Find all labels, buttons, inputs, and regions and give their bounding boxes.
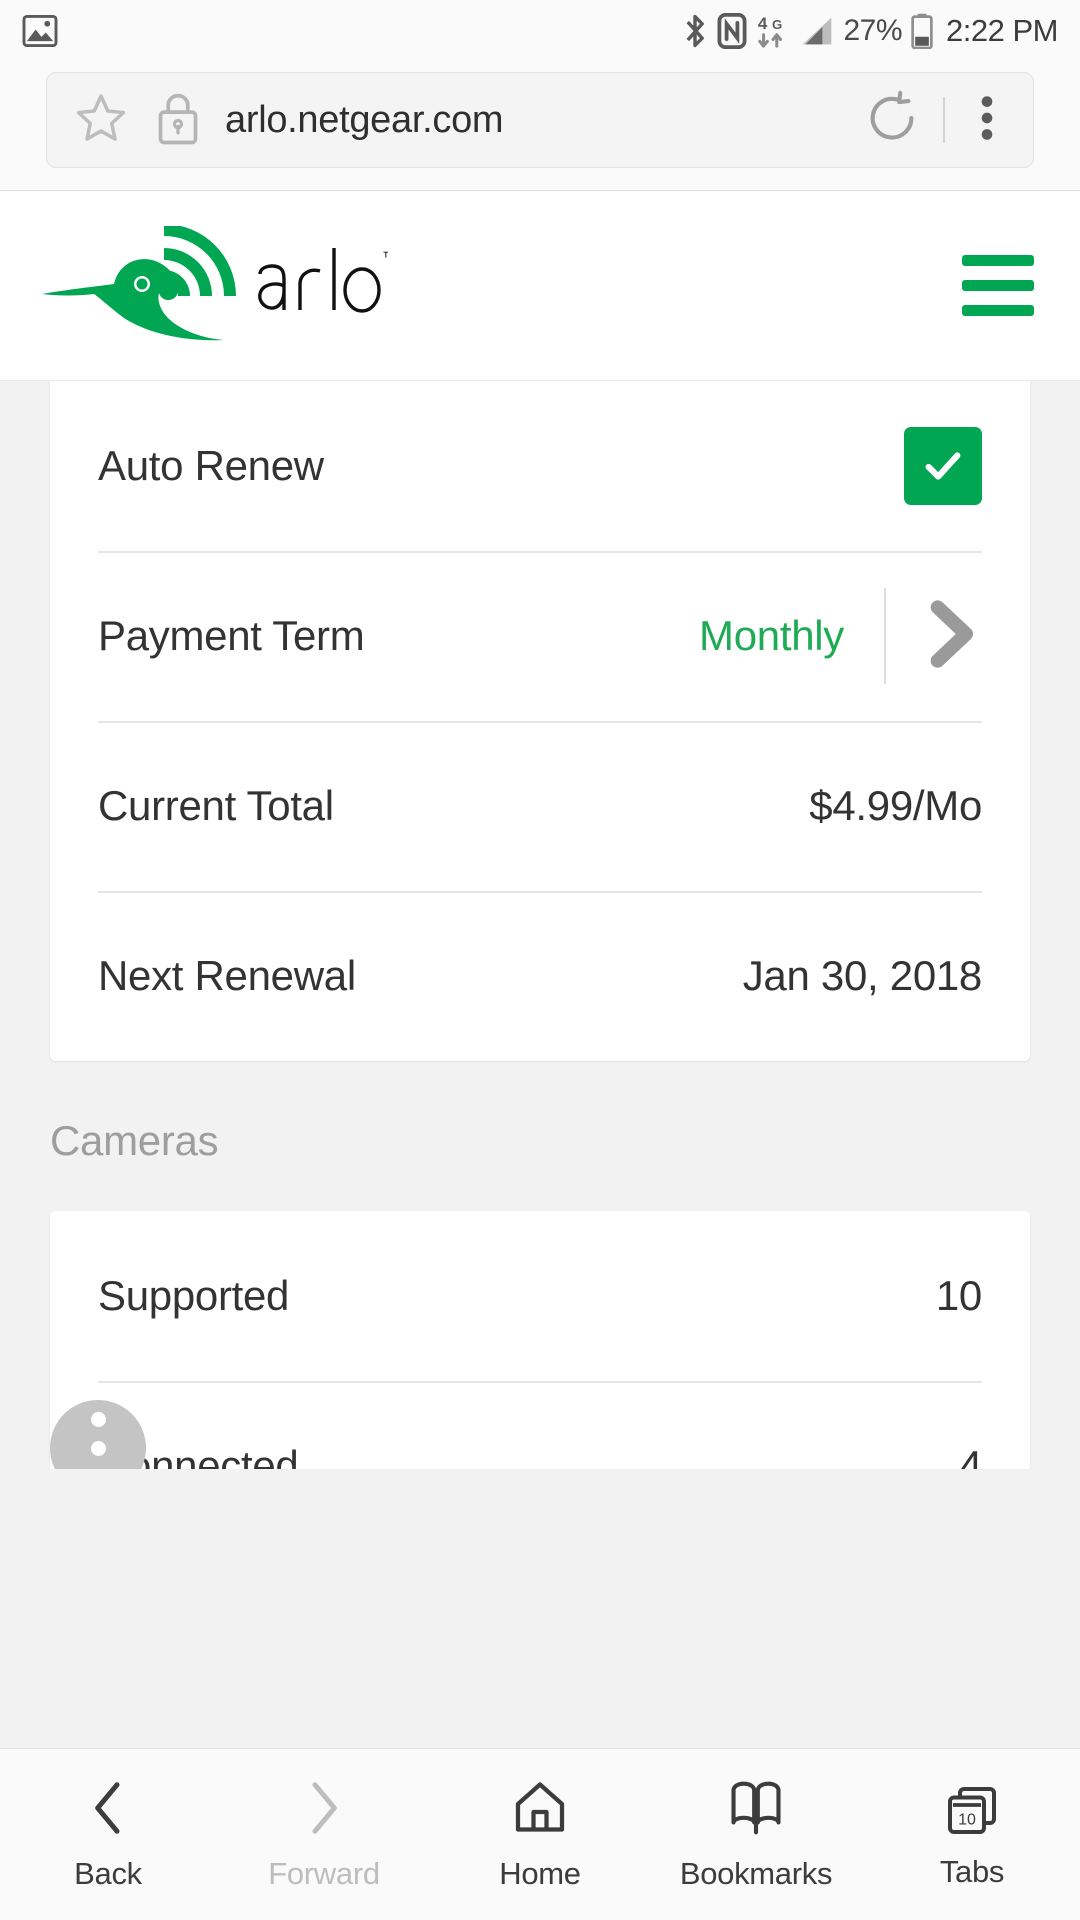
nfc-icon [717, 13, 747, 49]
nav-bookmarks-button[interactable]: Bookmarks [648, 1777, 864, 1892]
browser-toolbar: arlo.netgear.com [0, 62, 1080, 191]
toolbar-divider [943, 97, 945, 143]
nav-label: Tabs [939, 1853, 1005, 1889]
chevron-right-icon[interactable] [920, 594, 982, 679]
row-label: Supported [98, 1272, 290, 1319]
battery-icon [911, 13, 933, 49]
arlo-logo[interactable]: ™ [38, 225, 388, 346]
tabs-count-text: 10 [958, 1811, 976, 1828]
nav-forward-button[interactable]: Forward [216, 1777, 432, 1892]
fab-dot [90, 1440, 106, 1456]
auto-renew-checkbox[interactable] [904, 427, 982, 505]
nav-label: Forward [268, 1856, 380, 1891]
url-bar-actions [863, 89, 1007, 152]
row-next-renewal: Next Renewal Jan 30, 2018 [50, 891, 1030, 1061]
cellular-signal-icon [799, 14, 835, 48]
cameras-card: Supported 10 Connected 4 [50, 1211, 1030, 1469]
hamburger-bar [962, 255, 1034, 266]
row-current-total: Current Total $4.99/Mo [50, 721, 1030, 891]
fab-dot [90, 1411, 106, 1427]
lock-icon[interactable] [153, 90, 203, 151]
row-label: Payment Term [98, 612, 365, 659]
row-payment-term[interactable]: Payment Term Monthly [50, 551, 1030, 721]
connected-value: 4 [958, 1442, 982, 1469]
star-icon[interactable] [73, 90, 129, 151]
tabs-icon: 10 [942, 1780, 1002, 1842]
reload-icon[interactable] [863, 89, 921, 152]
home-icon [510, 1777, 570, 1844]
battery-percent: 27% [843, 14, 903, 47]
status-bar-left [22, 15, 58, 47]
nav-tabs-button[interactable]: 10 Tabs [864, 1780, 1080, 1890]
nav-back-button[interactable]: Back [0, 1777, 216, 1892]
nav-label: Bookmarks [679, 1856, 833, 1891]
nav-home-button[interactable]: Home [432, 1777, 648, 1892]
page-content: Auto Renew Payment Term Monthly Current … [0, 381, 1080, 1469]
site-header: ™ [0, 191, 1080, 381]
row-connected: Connected 4 [50, 1381, 1030, 1469]
status-bar: 4 G 27% 2:22 PM [0, 0, 1080, 62]
svg-text:™: ™ [382, 249, 388, 266]
row-auto-renew[interactable]: Auto Renew [50, 381, 1030, 551]
row-label: Current Total [98, 782, 334, 829]
chevron-right-icon [296, 1777, 352, 1844]
status-bar-right: 4 G 27% 2:22 PM [682, 12, 1058, 50]
row-label: Next Renewal [98, 952, 356, 999]
url-text[interactable]: arlo.netgear.com [225, 99, 504, 142]
photo-icon [22, 15, 58, 47]
hamburger-bar [962, 305, 1034, 316]
status-bar-clock: 2:22 PM [946, 13, 1058, 48]
browser-bottom-nav: Back Forward Home Bookmarks 10 Tabs [0, 1748, 1080, 1920]
url-bar[interactable]: arlo.netgear.com [46, 72, 1034, 168]
supported-value: 10 [935, 1272, 982, 1319]
book-icon [725, 1777, 787, 1844]
network-type-icon: 4 G [756, 12, 790, 50]
more-vertical-icon[interactable] [967, 89, 1007, 152]
chevron-left-icon [80, 1777, 136, 1844]
nav-label: Back [74, 1856, 142, 1891]
subscription-card: Auto Renew Payment Term Monthly Current … [50, 381, 1030, 1061]
row-label: Auto Renew [98, 442, 324, 489]
hamburger-bar [962, 280, 1034, 291]
nav-label: Home [499, 1856, 581, 1891]
cameras-section-title: Cameras [50, 1117, 219, 1164]
payment-term-value: Monthly [699, 612, 844, 659]
row-divider [884, 588, 886, 684]
bluetooth-icon [682, 13, 708, 49]
hamburger-menu-icon[interactable] [962, 255, 1034, 316]
row-supported: Supported 10 [50, 1211, 1030, 1381]
svg-text:G: G [772, 17, 782, 32]
current-total-value: $4.99/Mo [809, 782, 982, 829]
svg-text:4: 4 [757, 14, 767, 33]
payment-term-navigate[interactable] [844, 588, 982, 684]
next-renewal-value: Jan 30, 2018 [742, 952, 983, 999]
